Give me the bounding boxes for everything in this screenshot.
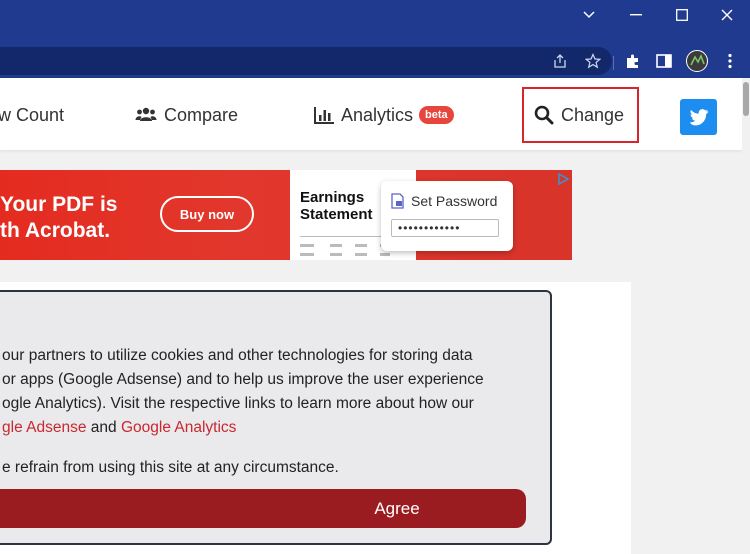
google-adsense-link[interactable]: gle Adsense (2, 419, 86, 436)
consent-text-line5: e refrain from using this site at any ci… (2, 459, 339, 476)
nav-word-count[interactable]: w Count (0, 105, 64, 125)
locked-document-icon (391, 193, 404, 209)
highlight-box (522, 87, 639, 143)
ad-set-password-label: Set Password (411, 193, 498, 209)
browser-toolbar (0, 44, 750, 78)
close-button[interactable] (704, 0, 750, 30)
ad-doc-title-line2: Statement (300, 206, 373, 223)
consent-and-text: and (86, 419, 121, 436)
address-bar[interactable] (0, 47, 612, 75)
ad-password-field: •••••••••••• (391, 219, 499, 237)
extensions-puzzle-icon[interactable] (621, 49, 645, 73)
nav-compare-label: Compare (164, 104, 239, 125)
ad-headline-line2: th Acrobat. (0, 219, 111, 242)
browser-titlebar (0, 0, 750, 44)
ad-set-password-title: Set Password (391, 193, 497, 209)
browser-menu-icon[interactable] (718, 49, 742, 73)
consent-text-line2: or apps (Google Adsense) and to help us … (2, 371, 484, 388)
consent-text-line4: gle Adsense and Google Analytics (2, 416, 236, 440)
twitter-button[interactable] (680, 99, 717, 135)
ad-buy-now-button[interactable]: Buy now (160, 196, 254, 232)
ad-headline-line1: Your PDF is (0, 193, 118, 216)
cookie-consent-dialog: our partners to utilize cookies and othe… (0, 290, 552, 545)
page-scrollbar[interactable] (742, 78, 750, 554)
profile-avatar[interactable] (685, 49, 709, 73)
nav-analytics-label: Analytics (341, 104, 414, 125)
tab-search-chevron-icon[interactable] (566, 0, 612, 30)
twitter-icon (689, 108, 708, 125)
scrollbar-thumb[interactable] (743, 82, 749, 116)
ad-headline: Your PDF is th Acrobat. (0, 192, 117, 244)
nav-compare[interactable]: Compare (135, 105, 238, 125)
ad-set-password-card: Set Password •••••••••••• (381, 181, 513, 251)
nav-word-count-label: w Count (0, 104, 65, 125)
consent-text-line3: ogle Analytics). Visit the respective li… (2, 395, 474, 412)
nav-analytics[interactable]: Analytics beta (314, 105, 454, 125)
adchoices-icon[interactable] (556, 172, 570, 186)
consent-text-line1: our partners to utilize cookies and othe… (2, 347, 473, 364)
agree-button[interactable]: Agree (0, 489, 526, 528)
ad-doc-title-line1: Earnings (300, 189, 365, 206)
share-icon[interactable] (548, 49, 572, 73)
bar-chart-icon (314, 106, 334, 124)
maximize-button[interactable] (659, 0, 705, 30)
side-panel-icon[interactable] (652, 49, 676, 73)
bookmark-star-icon[interactable] (581, 49, 605, 73)
beta-badge: beta (419, 106, 454, 124)
minimize-button[interactable] (613, 0, 659, 30)
toolbar-divider (613, 56, 614, 70)
ad-doc-title: Earnings Statement (300, 189, 373, 223)
google-analytics-link[interactable]: Google Analytics (121, 419, 236, 436)
users-icon (135, 107, 157, 121)
